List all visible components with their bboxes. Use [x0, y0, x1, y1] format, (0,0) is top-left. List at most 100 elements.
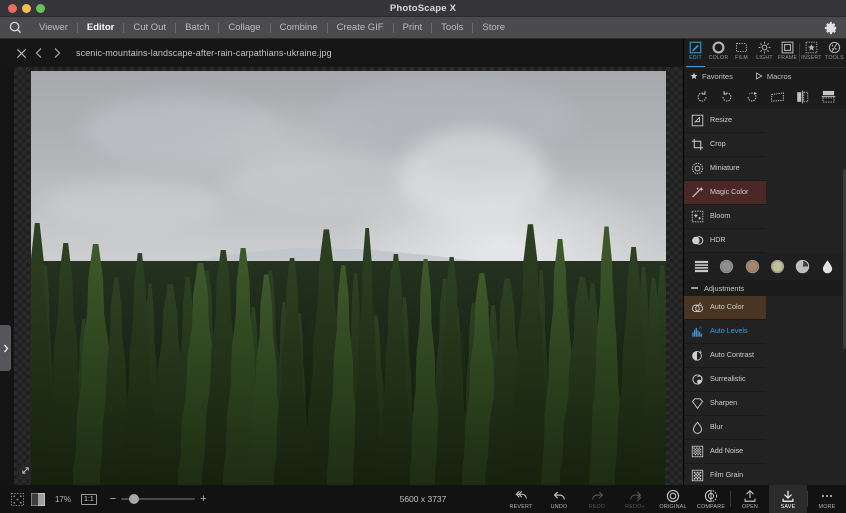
sepia-swatch[interactable]	[745, 259, 760, 274]
warm-swatch[interactable]	[770, 259, 785, 274]
tool-label: Film Grain	[710, 471, 743, 479]
tool-label: Sharpen	[710, 399, 737, 407]
rotate-flip-toolbar[interactable]	[684, 84, 846, 109]
action-label: UNDO	[551, 504, 568, 510]
chevron-left-icon[interactable]	[30, 44, 48, 62]
action-save[interactable]: SAVE	[769, 485, 807, 513]
rotate-right-icon[interactable]	[719, 89, 734, 104]
menu-item-combine[interactable]: Combine	[271, 17, 327, 39]
menu-item-create-gif[interactable]: Create GIF	[328, 17, 393, 39]
menu-item-viewer[interactable]: Viewer	[30, 17, 77, 39]
tool-crop[interactable]: Crop	[684, 133, 766, 157]
action-revert[interactable]: REVERT	[502, 485, 540, 513]
zoom-out-button[interactable]: −	[110, 494, 116, 505]
action-redo-[interactable]: REDO+	[616, 485, 654, 513]
grayscale-swatch[interactable]	[719, 259, 734, 274]
chevron-right-icon[interactable]	[48, 44, 66, 62]
pencil-square-icon	[689, 40, 702, 54]
close-icon[interactable]	[12, 44, 30, 62]
left-panel-expand-handle[interactable]	[0, 325, 11, 371]
gear-icon[interactable]	[824, 21, 838, 35]
tool-add-noise[interactable]: Add Noise	[684, 440, 766, 464]
adjustments-section-header[interactable]: Adjustments	[684, 280, 846, 296]
action-redo[interactable]: REDO	[578, 485, 616, 513]
tab-film[interactable]: FILM	[730, 39, 753, 67]
revert-icon	[514, 489, 529, 503]
tool-auto-color[interactable]: A Auto Color	[684, 296, 766, 320]
photo-image[interactable]	[31, 71, 666, 485]
tab-edit[interactable]: EDIT	[684, 39, 707, 67]
rotate-left-icon[interactable]	[694, 89, 709, 104]
tab-tools[interactable]: TOOLS	[823, 39, 846, 67]
action-open[interactable]: OPEN	[731, 485, 769, 513]
action-original[interactable]: ORIGINAL	[654, 485, 692, 513]
action-undo[interactable]: UNDO	[540, 485, 578, 513]
tab-insert[interactable]: INSERT	[800, 39, 823, 67]
adjustments-grid[interactable]: A Auto Color AAuto LevelsAAuto ContrastSur…	[684, 296, 846, 513]
favorites-button[interactable]: Favorites	[690, 72, 733, 81]
mode-tab-bar[interactable]: EDITCOLORFILMLIGHTFRAMEINSERTTOOLS	[684, 39, 846, 67]
zoom-in-button[interactable]: +	[200, 494, 206, 505]
menu-item-collage[interactable]: Collage	[219, 17, 269, 39]
menu-item-list[interactable]: ViewerEditorCut OutBatchCollageCombineCr…	[30, 17, 514, 39]
menu-item-tools[interactable]: Tools	[432, 17, 472, 39]
tool-auto-levels[interactable]: AAuto Levels	[684, 320, 766, 344]
action-button-bar[interactable]: REVERT UNDO REDOREDO+ ORIGINAL COMPAREOPENSA…	[502, 485, 846, 513]
action-more[interactable]: MORE	[808, 485, 846, 513]
background-swatch-icon[interactable]	[31, 492, 45, 506]
macros-button[interactable]: Macros	[755, 72, 792, 81]
save-download-icon	[781, 489, 795, 503]
svg-text:A: A	[698, 301, 701, 306]
tab-light[interactable]: LIGHT	[753, 39, 776, 67]
tool-miniature[interactable]: Miniature	[684, 157, 766, 181]
open-upload-icon	[743, 489, 757, 503]
tab-color[interactable]: COLOR	[707, 39, 730, 67]
zoom-slider-track[interactable]	[121, 498, 195, 500]
tool-auto-contrast[interactable]: AAuto Contrast	[684, 344, 766, 368]
filter-swatch-row[interactable]	[684, 253, 846, 280]
film-grain-icon	[690, 469, 704, 483]
tool-sharpen[interactable]: Sharpen	[684, 392, 766, 416]
menu-bar: ViewerEditorCut OutBatchCollageCombineCr…	[0, 17, 846, 39]
undo-icon	[552, 489, 567, 503]
zoom-level: 17%	[52, 495, 74, 504]
miniature-icon	[690, 162, 704, 176]
zoom-fit-button[interactable]: 1:1	[81, 494, 97, 505]
tool-label: Auto Color	[710, 303, 744, 311]
original-lines-icon[interactable]	[694, 259, 709, 274]
transparency-grid-icon[interactable]	[10, 492, 24, 506]
image-canvas[interactable]	[0, 67, 683, 485]
gradient-swatch[interactable]	[795, 259, 810, 274]
zoom-slider-group[interactable]: − +	[110, 494, 207, 505]
rotate-free-icon[interactable]	[745, 89, 760, 104]
menu-item-store[interactable]: Store	[473, 17, 514, 39]
tool-resize[interactable]: Resize	[684, 109, 766, 133]
favorites-macros-row: Favorites Macros	[684, 67, 846, 84]
flip-horizontal-icon[interactable]	[795, 89, 810, 104]
tool-label: Blur	[710, 423, 723, 431]
photoscape-window: PhotoScape X ViewerEditorCut OutBatchCol…	[0, 0, 846, 513]
tab-frame[interactable]: FRAME	[776, 39, 799, 67]
tool-blur[interactable]: Blur	[684, 416, 766, 440]
color-ring-icon	[712, 40, 725, 54]
action-label: ORIGINAL	[659, 504, 686, 510]
menu-item-cut-out[interactable]: Cut Out	[124, 17, 175, 39]
bloom-icon	[690, 210, 704, 224]
resize-diagonal-icon[interactable]	[18, 463, 32, 477]
tool-bloom[interactable]: Bloom	[684, 205, 766, 229]
menu-item-print[interactable]: Print	[394, 17, 432, 39]
menu-item-batch[interactable]: Batch	[176, 17, 218, 39]
tool-surrealistic[interactable]: Surrealistic	[684, 368, 766, 392]
flip-vertical-icon[interactable]	[821, 89, 836, 104]
droplet-swatch[interactable]	[821, 259, 836, 274]
zoom-slider-knob[interactable]	[129, 494, 139, 504]
primary-tool-grid[interactable]: ResizeCropMiniatureMagic ColorBloomHDR	[684, 109, 846, 253]
tool-magic-color[interactable]: Magic Color	[684, 181, 766, 205]
tool-hdr[interactable]: HDR	[684, 229, 766, 253]
tool-label: Auto Levels	[710, 327, 748, 335]
original-circle-icon	[666, 489, 680, 503]
menu-item-editor[interactable]: Editor	[78, 17, 123, 39]
photoscape-logo-icon[interactable]	[0, 17, 30, 39]
perspective-icon[interactable]	[770, 89, 785, 104]
action-compare[interactable]: COMPARE	[692, 485, 730, 513]
